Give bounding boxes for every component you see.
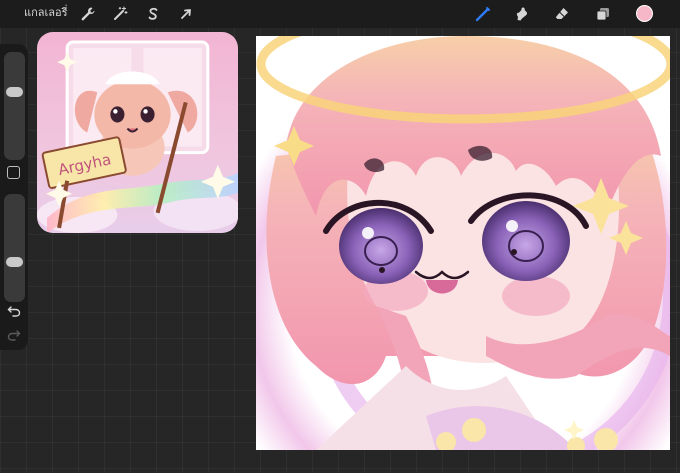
redo-icon[interactable] — [5, 328, 22, 342]
square-icon[interactable] — [7, 166, 20, 179]
reference-illustration: Argyha — [37, 32, 238, 233]
eraser-icon[interactable] — [552, 4, 572, 24]
opacity-slider[interactable] — [4, 194, 25, 302]
reference-image[interactable]: Argyha — [37, 32, 238, 233]
gallery-link[interactable]: แกลเลอรี่ — [24, 5, 68, 21]
opacity-thumb[interactable] — [6, 257, 23, 268]
magic-wand-icon[interactable] — [110, 4, 130, 24]
top-toolbar: แกลเลอรี่ — [0, 0, 680, 28]
smudge-icon[interactable] — [512, 4, 532, 24]
drawing-canvas[interactable] — [256, 36, 670, 450]
color-swatch[interactable] — [636, 5, 653, 22]
wrench-icon[interactable] — [78, 4, 98, 24]
selection-s-icon[interactable] — [143, 4, 163, 24]
brush-icon[interactable] — [473, 4, 493, 24]
brush-size-slider[interactable] — [4, 52, 25, 160]
sidebar-panel — [0, 44, 28, 350]
canvas-artwork — [256, 36, 670, 450]
arrow-cursor-icon[interactable] — [176, 4, 196, 24]
undo-icon[interactable] — [5, 304, 22, 318]
layers-icon[interactable] — [593, 4, 613, 24]
brush-size-thumb[interactable] — [6, 86, 23, 97]
